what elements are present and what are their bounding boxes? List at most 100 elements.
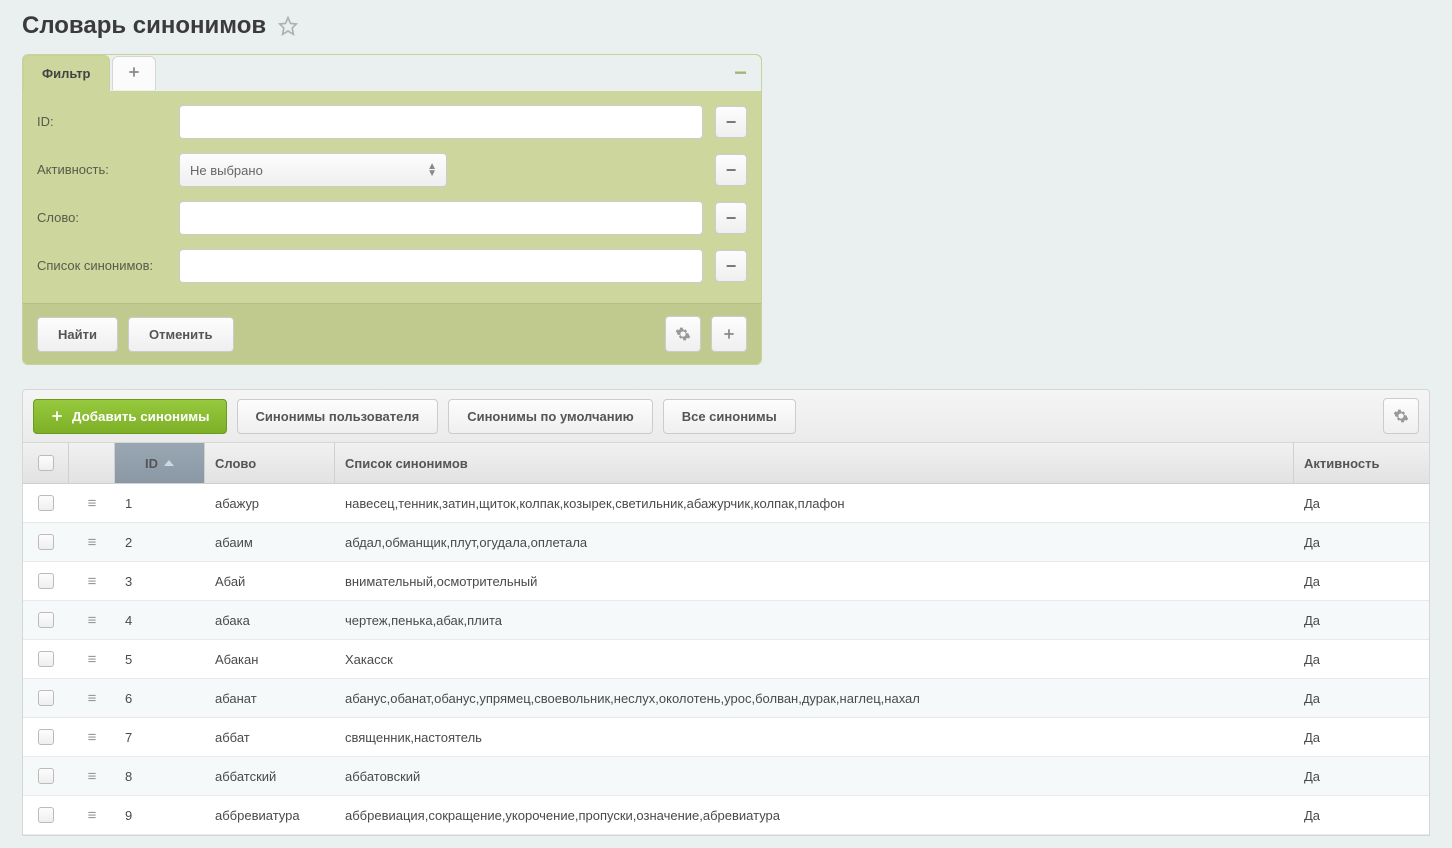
filter-synlist-remove[interactable]: − [715, 250, 747, 282]
toolbar-settings-button[interactable] [1383, 398, 1419, 434]
row-id: 3 [115, 563, 205, 600]
table-row[interactable]: ≡ 6абанатабанус,обанат,обанус,упрямец,сво… [23, 679, 1429, 718]
gear-icon [1393, 408, 1409, 424]
row-activity: Да [1294, 602, 1429, 639]
plus-icon [50, 409, 64, 423]
header-synlist[interactable]: Список синонимов [335, 443, 1294, 483]
filter-synlist-label: Список синонимов: [37, 258, 167, 274]
drag-handle-icon[interactable]: ≡ [88, 652, 97, 667]
drag-handle-icon[interactable]: ≡ [88, 691, 97, 706]
gear-icon [675, 326, 691, 342]
cancel-button[interactable]: Отменить [128, 317, 234, 352]
row-activity: Да [1294, 524, 1429, 561]
table-row[interactable]: ≡9аббревиатурааббревиация,сокращение,уко… [23, 796, 1429, 835]
row-checkbox[interactable] [38, 807, 54, 823]
table-row[interactable]: ≡5АбаканХакасскДа [23, 640, 1429, 679]
drag-handle-icon[interactable]: ≡ [88, 535, 97, 550]
row-id: 5 [115, 641, 205, 678]
tab-filter[interactable]: Фильтр [23, 55, 110, 91]
add-synonyms-label: Добавить синонимы [72, 409, 210, 424]
drag-handle-icon[interactable]: ≡ [88, 730, 97, 745]
row-activity: Да [1294, 797, 1429, 834]
row-word: аббатский [205, 758, 335, 795]
filter-activity-select[interactable]: Не выбрано [179, 153, 447, 187]
row-id: 1 [115, 485, 205, 522]
header-id[interactable]: ID [115, 443, 205, 483]
row-synonyms: абдал,обманщик,плут,огудала,оплетала [335, 524, 1294, 561]
tab-add[interactable] [112, 56, 156, 90]
table-row[interactable]: ≡3Абайвнимательный,осмотрительныйДа [23, 562, 1429, 601]
sort-asc-icon [164, 460, 174, 466]
filter-activity-label: Активность: [37, 162, 167, 178]
row-word: абаим [205, 524, 335, 561]
table-row[interactable]: ≡1абажурнавесец,тенник,затин,щиток,колпа… [23, 484, 1429, 523]
row-word: Абакан [205, 641, 335, 678]
row-synonyms: абанус,обанат,обанус,упрямец,своевольник… [335, 680, 1294, 717]
row-word: абанат [205, 680, 335, 717]
filter-word-input[interactable] [179, 201, 703, 235]
drag-handle-icon[interactable]: ≡ [88, 808, 97, 823]
add-synonyms-button[interactable]: Добавить синонимы [33, 399, 227, 434]
header-select-all[interactable] [23, 443, 69, 483]
plus-icon [722, 327, 736, 341]
row-checkbox[interactable] [38, 534, 54, 550]
all-synonyms-button[interactable]: Все синонимы [663, 399, 796, 434]
row-word: Абай [205, 563, 335, 600]
data-grid: ID Слово Список синонимов Активность ≡1а… [22, 443, 1430, 836]
table-row[interactable]: ≡ 8аббатскийаббатовскийДа [23, 757, 1429, 796]
row-activity: Да [1294, 758, 1429, 795]
row-activity: Да [1294, 680, 1429, 717]
filter-collapse-icon[interactable]: − [734, 65, 747, 81]
table-row[interactable]: ≡4абакачертеж,пенька,абак,плитаДа [23, 601, 1429, 640]
row-checkbox[interactable] [38, 651, 54, 667]
filter-id-label: ID: [37, 114, 167, 130]
find-button[interactable]: Найти [37, 317, 118, 352]
header-word[interactable]: Слово [205, 443, 335, 483]
row-id: 8 [115, 758, 205, 795]
default-synonyms-button[interactable]: Синонимы по умолчанию [448, 399, 653, 434]
row-synonyms: священник,настоятель [335, 719, 1294, 756]
drag-handle-icon[interactable]: ≡ [88, 769, 97, 784]
user-synonyms-button[interactable]: Синонимы пользователя [237, 399, 439, 434]
page-title: Словарь синонимов [22, 12, 266, 40]
favorite-star-icon[interactable] [278, 16, 298, 36]
row-activity: Да [1294, 485, 1429, 522]
row-checkbox[interactable] [38, 768, 54, 784]
filter-panel: Фильтр − ID: − Активность: Не выбрано ▲▼ [22, 54, 762, 365]
table-row[interactable]: ≡ 7аббатсвященник,настоятельДа [23, 718, 1429, 757]
filter-id-input[interactable] [179, 105, 703, 139]
row-word: абака [205, 602, 335, 639]
row-synonyms: аббатовский [335, 758, 1294, 795]
filter-word-label: Слово: [37, 210, 167, 226]
row-checkbox[interactable] [38, 495, 54, 511]
row-checkbox[interactable] [38, 729, 54, 745]
drag-handle-icon[interactable]: ≡ [88, 574, 97, 589]
row-checkbox[interactable] [38, 573, 54, 589]
row-activity: Да [1294, 641, 1429, 678]
row-synonyms: чертеж,пенька,абак,плита [335, 602, 1294, 639]
drag-handle-icon[interactable]: ≡ [88, 496, 97, 511]
plus-icon [127, 65, 141, 79]
row-word: абажур [205, 485, 335, 522]
header-activity[interactable]: Активность [1294, 443, 1429, 483]
filter-word-remove[interactable]: − [715, 202, 747, 234]
filter-synlist-input[interactable] [179, 249, 703, 283]
minus-icon: − [726, 112, 737, 133]
filter-activity-remove[interactable]: − [715, 154, 747, 186]
minus-icon: − [726, 256, 737, 277]
row-checkbox[interactable] [38, 612, 54, 628]
row-synonyms: аббревиация,сокращение,укорочение,пропус… [335, 797, 1294, 834]
row-id: 7 [115, 719, 205, 756]
drag-handle-icon[interactable]: ≡ [88, 613, 97, 628]
row-checkbox[interactable] [38, 690, 54, 706]
filter-add-button[interactable] [711, 316, 747, 352]
row-word: аббат [205, 719, 335, 756]
filter-id-remove[interactable]: − [715, 106, 747, 138]
table-row[interactable]: ≡ 2абаимабдал,обманщик,плут,огудала,оплет… [23, 523, 1429, 562]
minus-icon: − [726, 208, 737, 229]
checkbox[interactable] [38, 455, 54, 471]
row-id: 2 [115, 524, 205, 561]
row-id: 6 [115, 680, 205, 717]
row-activity: Да [1294, 719, 1429, 756]
filter-settings-button[interactable] [665, 316, 701, 352]
